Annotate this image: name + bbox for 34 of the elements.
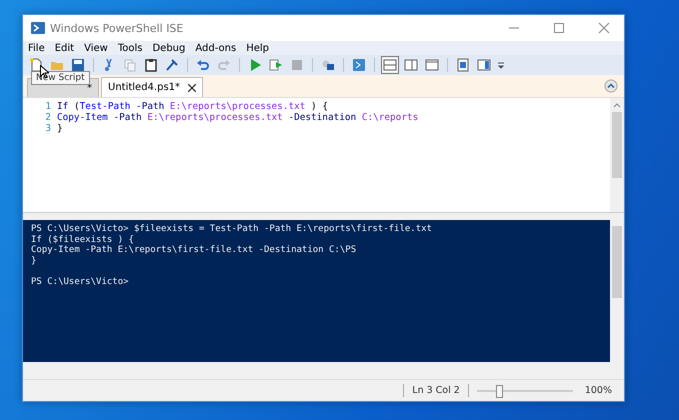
overflow-icon[interactable] (498, 61, 504, 69)
pane-top-icon[interactable] (381, 56, 399, 74)
console-line: Copy-Item -Path E:\reports\first-file.txt -Destination C:\PS (31, 245, 356, 255)
powershell-icon[interactable] (350, 56, 368, 74)
scrollbar[interactable] (610, 98, 624, 212)
zoom-slider[interactable] (476, 384, 573, 396)
console-line: PS C:\Users\Victo> $fileexists = Test-Path -Path E:\reports\first-file.txt (31, 224, 432, 234)
scroll-up-icon[interactable] (613, 102, 621, 108)
code-line: } (57, 123, 63, 134)
menu-item[interactable]: Edit (54, 42, 74, 54)
menu-item[interactable]: File (28, 42, 45, 54)
horizontal-scrollbar[interactable] (23, 362, 624, 380)
code-line: If (Test-Path -Path E:\reports\processes.txt ) { (57, 101, 328, 112)
line-number: 1 (44, 101, 52, 112)
menu-item[interactable]: Tools (118, 42, 142, 54)
maximize-icon[interactable] (553, 22, 565, 34)
console-line: If ($fileexists ) { (31, 234, 134, 244)
menu-item[interactable]: Add-ons (195, 42, 236, 54)
slider-thumb[interactable] (496, 384, 503, 398)
close-icon[interactable] (188, 84, 196, 92)
script-tab[interactable]: Untitled4.ps1* (101, 77, 204, 97)
menu-item[interactable]: Help (246, 42, 270, 54)
collapse-icon[interactable] (604, 79, 618, 93)
console-line: } (31, 256, 36, 266)
menu-item[interactable]: View (84, 42, 108, 54)
line-number: 3 (44, 123, 52, 134)
code-line: Copy-Item -Path E:\reports\processes.txt -Destination C:\reports (57, 112, 418, 123)
console-line: PS C:\Users\Victo> (31, 276, 129, 286)
menu-item[interactable]: Debug (152, 42, 186, 54)
cursor-position: Ln 3 Col 2 (412, 385, 460, 396)
line-number: 2 (44, 112, 52, 123)
window-title: Windows PowerShell ISE (50, 22, 184, 34)
zoom-level: 100% (584, 385, 612, 396)
powershell-logo-icon (31, 22, 45, 34)
